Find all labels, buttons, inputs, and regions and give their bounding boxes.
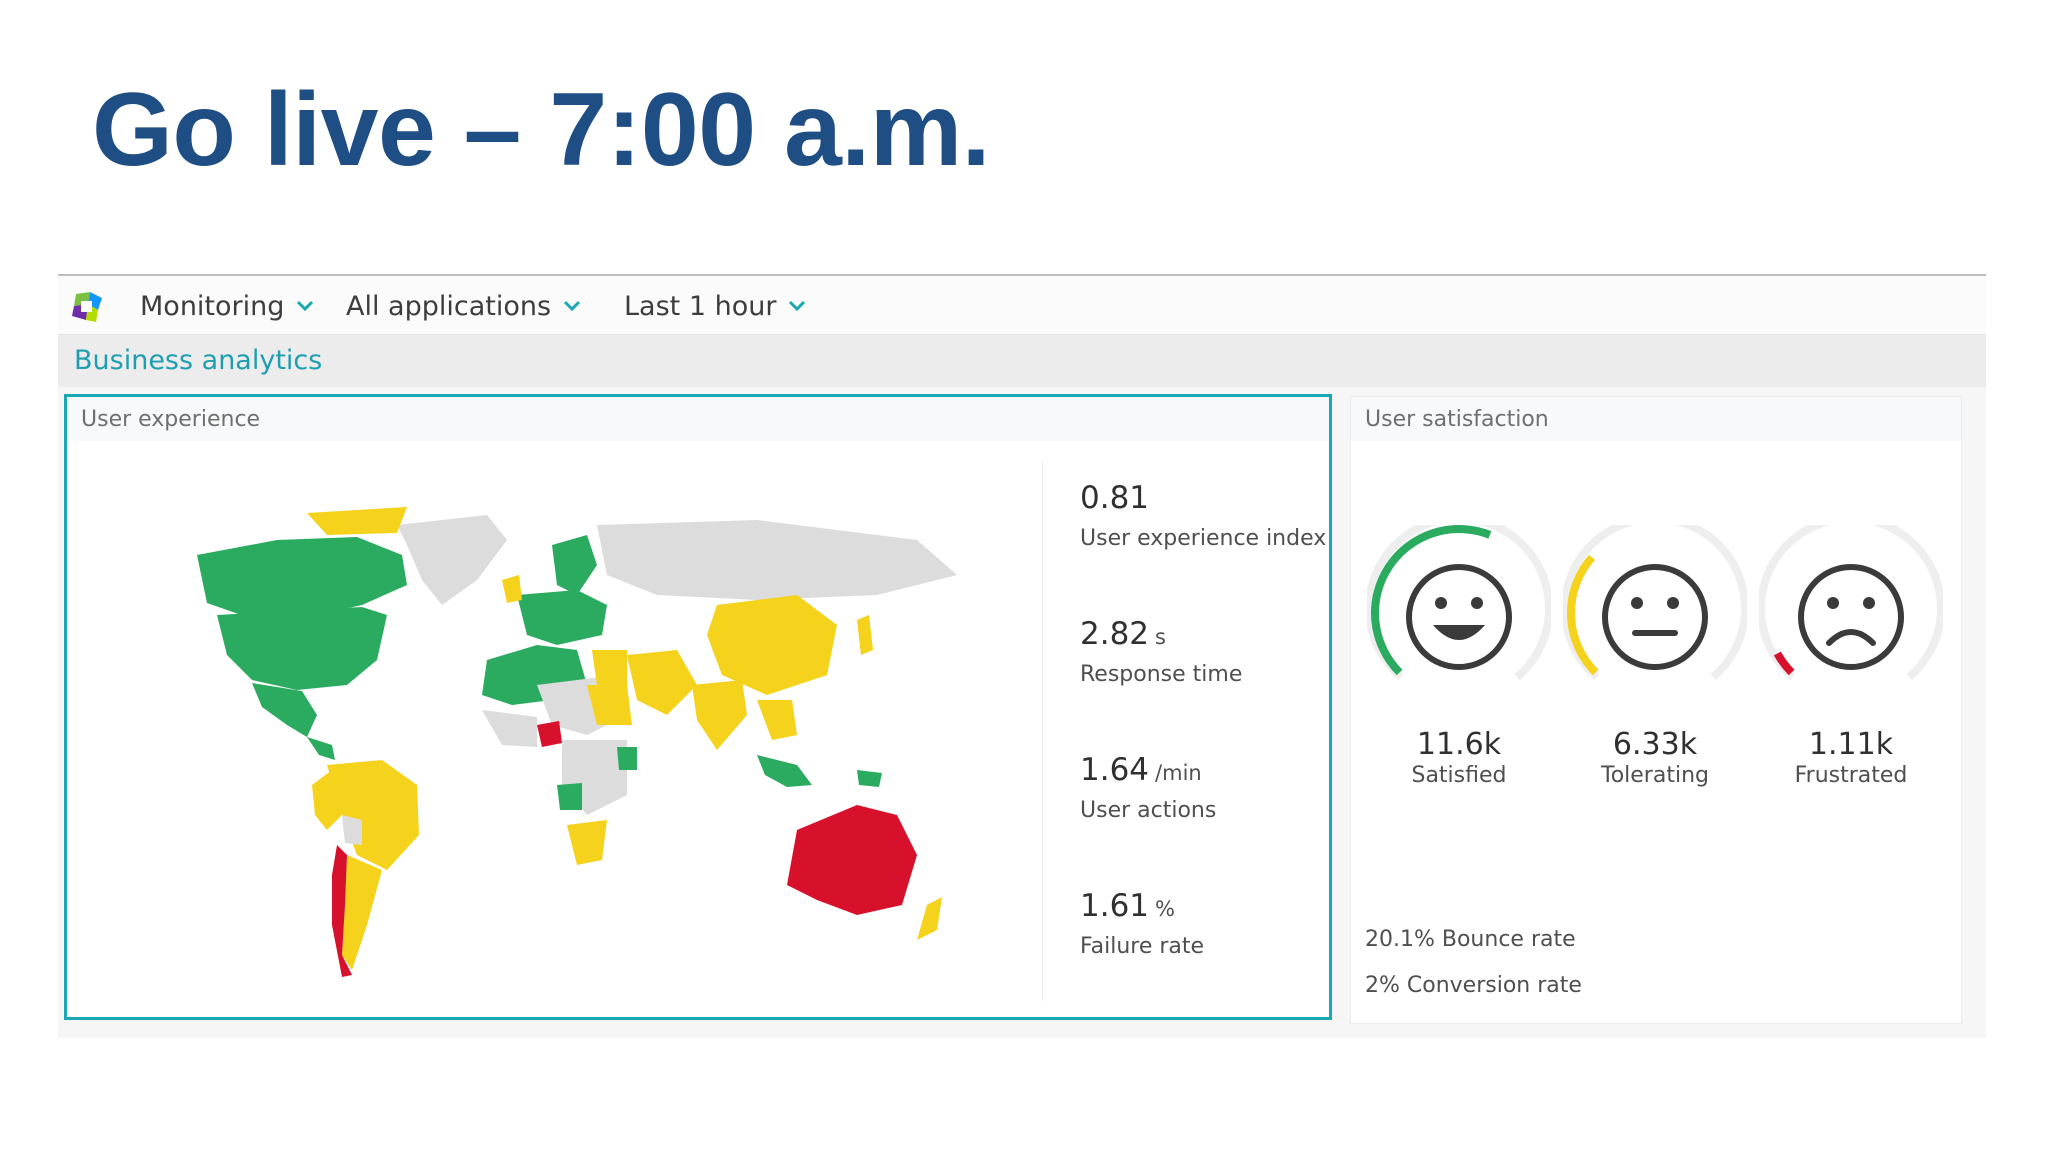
tile-header: User experience [67, 397, 1329, 441]
map-region-russia [597, 520, 957, 600]
user-satisfaction-tile[interactable]: User satisfaction 11.6k Satisfied 6.33k … [1350, 396, 1962, 1024]
satisfied-count: 11.6k [1416, 727, 1502, 762]
tolerating-count: 6.33k [1612, 727, 1698, 762]
tile-title: User satisfaction [1365, 407, 1549, 432]
conversion-rate: 2% Conversion rate [1365, 973, 1582, 998]
map-region-east-africa [617, 747, 637, 770]
map-region-middle-east [627, 650, 697, 715]
chevron-down-icon [297, 300, 314, 312]
timeframe-label: Last 1 hour [624, 290, 777, 322]
map-region-canada [197, 537, 407, 617]
map-region-argentina [342, 855, 382, 970]
gauge-track [1563, 525, 1747, 681]
map-region-central-america [307, 737, 335, 760]
metric-user-experience-index[interactable]: 0.81 User experience index [1080, 479, 1326, 551]
metric-failure-rate[interactable]: 1.61% Failure rate [1080, 887, 1204, 959]
metric-value: 2.82 s [1080, 616, 1166, 652]
slide-title: Go live – 7:00 a.m. [92, 72, 991, 188]
navbar: Monitoring All applications Last 1 hour [58, 276, 1986, 335]
timeframe-selector[interactable]: Last 1 hour [624, 290, 806, 322]
metric-label: Response time [1080, 662, 1243, 687]
applications-menu-label: All applications [346, 290, 552, 322]
map-region-new-zealand [917, 897, 942, 940]
gauge-fill [1773, 651, 1795, 676]
user-experience-tile[interactable]: User experience 0.81 User experience ind… [64, 394, 1332, 1020]
map-region-scandinavia [552, 535, 597, 595]
metric-label: Failure rate [1080, 934, 1205, 959]
chevron-down-icon [789, 300, 806, 312]
map-region-papua [857, 770, 882, 787]
frustrated-label: Frustrated [1794, 763, 1908, 788]
frustrated-gauge[interactable] [1759, 525, 1943, 685]
map-region-indonesia [757, 755, 812, 787]
tile-title: User experience [81, 407, 261, 432]
bounce-rate: 20.1% Bounce rate [1365, 927, 1576, 952]
map-region-australia [787, 805, 917, 915]
map-region-india [692, 680, 747, 750]
gauge-track [1759, 525, 1943, 681]
map-region-usa [217, 607, 387, 690]
map-region-nigeria [537, 721, 562, 747]
page-title[interactable]: Business analytics [74, 345, 322, 376]
tile-divider [1042, 461, 1043, 1001]
map-region-western-europe [517, 590, 607, 645]
dashboard-screenshot: Monitoring All applications Last 1 hour … [58, 274, 1986, 1038]
map-region-egypt [592, 650, 627, 685]
metric-value: 0.81 [1080, 480, 1150, 516]
satisfied-label: Satisfied [1411, 763, 1507, 788]
tolerating-gauge[interactable] [1563, 525, 1747, 685]
metric-value: 1.64/min [1080, 752, 1202, 788]
metric-label: User actions [1080, 798, 1217, 823]
map-region-angola [557, 783, 582, 810]
applications-menu[interactable]: All applications [346, 290, 581, 322]
satisfied-gauge[interactable] [1367, 525, 1551, 685]
happy-face-icon [1406, 564, 1512, 670]
page-header: Business analytics [58, 335, 1986, 387]
neutral-face-icon [1602, 564, 1708, 670]
metric-response-time[interactable]: 2.82 s Response time [1080, 615, 1242, 687]
map-region-southeast-asia [757, 700, 797, 740]
metric-user-actions[interactable]: 1.64/min User actions [1080, 751, 1216, 823]
map-region-bolivia [342, 815, 362, 845]
metric-value: 1.61% [1080, 888, 1175, 924]
map-region-south-africa [567, 820, 607, 865]
chevron-down-icon [564, 300, 581, 312]
map-region-mexico [252, 683, 317, 737]
map-region-china [707, 595, 837, 695]
map-region-greenland [397, 515, 507, 605]
tolerating-label: Tolerating [1601, 763, 1709, 788]
map-region-japan [857, 615, 873, 655]
map-region-west-africa [482, 710, 537, 747]
map-region-uk [502, 575, 522, 603]
dynatrace-logo-icon[interactable] [70, 290, 104, 324]
tile-header: User satisfaction [1351, 397, 1961, 441]
gauge-track [1367, 525, 1551, 681]
map-region-arctic-islands [307, 507, 407, 535]
monitoring-menu[interactable]: Monitoring [140, 290, 314, 322]
metric-label: User experience index [1080, 526, 1327, 551]
monitoring-menu-label: Monitoring [140, 290, 285, 322]
sad-face-icon [1798, 564, 1904, 670]
world-map[interactable] [157, 485, 1027, 985]
frustrated-count: 1.11k [1808, 727, 1894, 762]
